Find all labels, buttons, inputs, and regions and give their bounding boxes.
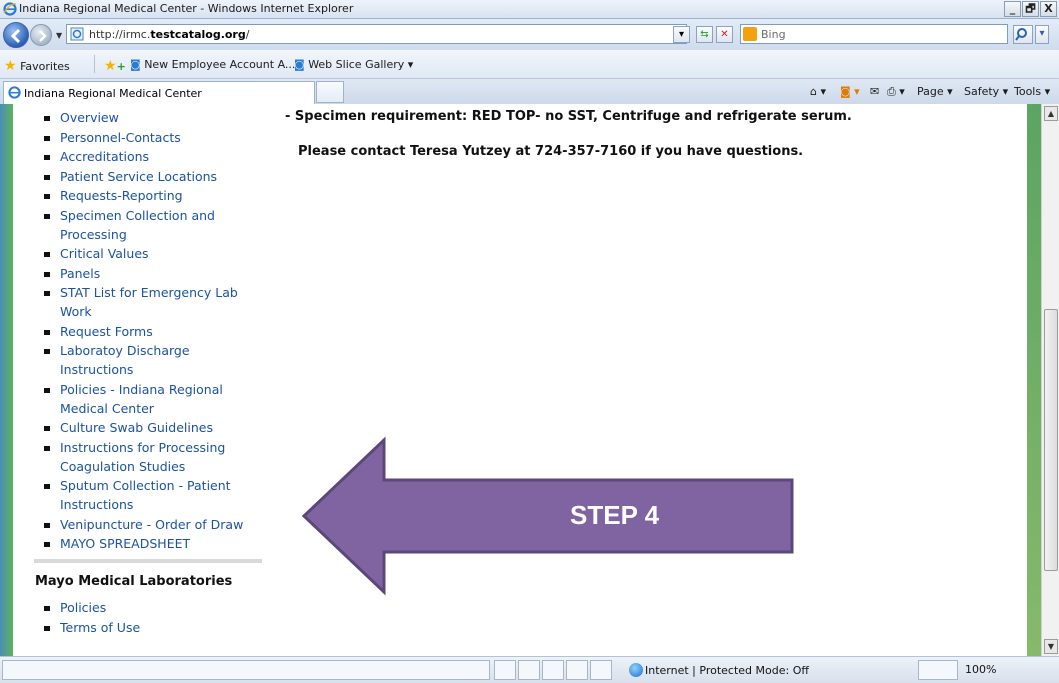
mail-icon[interactable]: ✉ [870,85,879,98]
sidebar-nav: Overview Personnel-Contacts Accreditatio… [44,108,264,554]
sidebar-item-request-forms[interactable]: Request Forms [44,322,264,341]
sidebar-item-mayo-spreadsheet[interactable]: MAYO SPREADSHEET [44,534,264,553]
add-favorite-icon[interactable]: ★+ [104,58,126,74]
status-panel [590,660,612,680]
sidebar-item-sputum-collection[interactable]: Sputum Collection - Patient Instructions [44,476,264,514]
search-input[interactable]: Bing [740,24,1008,44]
page-icon: ◙ [130,58,141,71]
sidebar-item-specimen-collection[interactable]: Specimen Collection and Processing [44,206,264,244]
home-icon[interactable]: ⌂ ▾ [810,85,826,98]
url-dropdown-icon[interactable]: ▾ [673,26,690,43]
back-arrow-icon [10,28,21,44]
sidebar-item-accreditations[interactable]: Accreditations [44,147,264,166]
scroll-down-icon[interactable]: ▼ [1044,639,1058,654]
url-text: http://irmc.testcatalog.org/ [89,28,250,41]
status-panel [566,660,588,680]
sidebar-item-critical-values[interactable]: Critical Values [44,244,264,263]
back-button[interactable] [3,22,29,48]
right-trim [1027,104,1041,656]
restore-button[interactable]: 🗗 [1022,1,1039,17]
mayo-nav: Policies Terms of Use [44,598,264,638]
section-title: Mayo Medical Laboratories [35,574,233,589]
sidebar-item-venipuncture[interactable]: Venipuncture - Order of Draw [44,515,264,534]
ie-logo-icon [3,2,17,16]
star-icon: ★ [4,58,17,74]
contact-text: Please contact Teresa Yutzey at 724-357-… [298,144,804,159]
favorites-bar: ★ Favorites ★+ ◙ New Employee Account A.… [0,50,1059,79]
bing-icon [743,27,757,41]
vertical-scrollbar[interactable]: ▲ ▼ [1041,104,1059,656]
step-label: STEP 4 [570,500,660,530]
sidebar-item-patient-service-locations[interactable]: Patient Service Locations [44,167,264,186]
page-menu[interactable]: Page ▾ [917,85,953,98]
specimen-requirement-text: - Specimen requirement: RED TOP- no SST,… [285,109,852,124]
step-arrow: STEP 4 [301,436,794,596]
status-panel [518,660,540,680]
address-field[interactable]: http://irmc.testcatalog.org/ [66,24,687,44]
page-icon: ◙ [294,58,305,71]
sidebar-item-discharge-instructions[interactable]: Laboratoy Discharge Instructions [44,341,264,379]
status-panel [542,660,564,680]
page-icon [70,27,84,41]
scroll-thumb[interactable] [1044,309,1058,571]
window-title-bar: Indiana Regional Medical Center - Window… [0,0,1059,19]
new-tab-button[interactable] [316,81,344,103]
sidebar-item-terms-of-use[interactable]: Terms of Use [44,618,264,638]
tab-indiana-regional-medical-center[interactable]: Indiana Regional Medical Center [3,81,315,104]
status-panel [494,660,516,680]
minimize-button[interactable]: _ [1004,1,1021,17]
ie-logo-icon [8,86,21,99]
print-icon[interactable]: ⎙ ▾ [887,85,905,99]
favorite-web-slice-gallery[interactable]: ◙ Web Slice Gallery ▾ [294,58,413,71]
sidebar-item-coagulation[interactable]: Instructions for Processing Coagulation … [44,438,264,476]
sidebar-item-policies[interactable]: Policies [44,598,264,618]
search-placeholder: Bing [761,28,786,41]
favorites-separator [94,55,95,73]
favorite-new-employee-account[interactable]: ◙ New Employee Account A... [130,58,295,71]
security-zone[interactable]: Internet | Protected Mode: Off [645,664,809,677]
safety-menu[interactable]: Safety ▾ [964,85,1008,98]
close-button[interactable]: X [1040,1,1057,17]
search-icon[interactable] [1013,25,1033,44]
stop-icon[interactable]: ✕ [716,26,733,43]
tools-menu[interactable]: Tools ▾ [1014,85,1050,98]
refresh-icon[interactable]: ⇆ [696,26,713,43]
sidebar-item-requests-reporting[interactable]: Requests-Reporting [44,186,264,205]
protected-mode-icon[interactable] [918,660,958,680]
zoom-level[interactable]: 100% [965,663,996,676]
forward-button[interactable] [30,24,52,46]
address-toolbar: ▼ http://irmc.testcatalog.org/ ▾ ⇆ ✕ Bin… [0,19,1059,50]
history-dropdown-icon[interactable]: ▼ [56,31,62,40]
sidebar-item-policies-irmc[interactable]: Policies - Indiana Regional Medical Cent… [44,380,264,418]
sidebar-item-panels[interactable]: Panels [44,264,264,283]
search-options-icon[interactable]: ▾ [1035,25,1049,44]
page-content: Overview Personnel-Contacts Accreditatio… [0,104,1059,656]
scroll-up-icon[interactable]: ▲ [1044,106,1058,121]
feeds-icon[interactable]: ◙ ▾ [840,85,860,98]
sidebar-item-overview[interactable]: Overview [44,108,264,127]
status-bar: Internet | Protected Mode: Off 100% [0,656,1059,683]
favorites-button[interactable]: ★ Favorites [4,58,70,74]
status-text-panel [2,660,490,680]
sidebar-item-personnel-contacts[interactable]: Personnel-Contacts [44,128,264,147]
sidebar-divider [34,559,262,563]
sidebar-item-culture-swab[interactable]: Culture Swab Guidelines [44,418,264,437]
window-title: Indiana Regional Medical Center - Window… [19,2,354,15]
globe-icon [629,663,643,677]
left-trim [0,104,13,656]
sidebar-item-stat-list[interactable]: STAT List for Emergency Lab Work [44,283,264,321]
forward-arrow-icon [39,30,47,42]
tab-row: Indiana Regional Medical Center ⌂ ▾ ◙ ▾ … [0,79,1059,104]
